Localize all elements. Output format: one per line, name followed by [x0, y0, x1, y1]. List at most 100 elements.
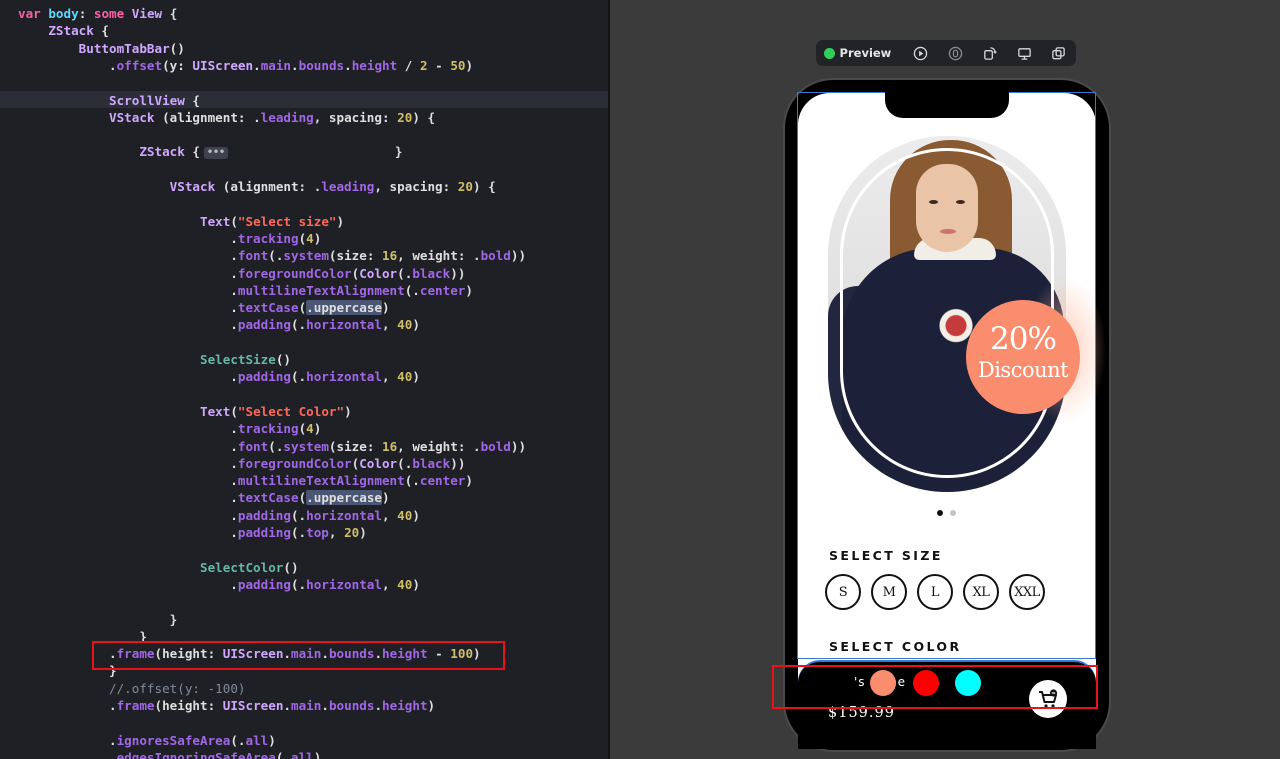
- code-token: {: [184, 144, 200, 160]
- code-token: Text: [199, 403, 231, 419]
- code-token: , weight: .: [397, 438, 481, 454]
- code-token: (.: [268, 248, 284, 264]
- size-option[interactable]: M: [871, 574, 907, 610]
- device-settings-icon[interactable]: [1007, 40, 1042, 66]
- code-token: ignoresSafeArea: [116, 732, 231, 748]
- code-token: ): [465, 473, 473, 489]
- live-play-icon[interactable]: [903, 40, 938, 66]
- size-option[interactable]: XXL: [1009, 574, 1045, 610]
- code-line[interactable]: Text("Select Color"): [18, 403, 352, 420]
- preview-toolbar: Preview: [816, 40, 1076, 66]
- code-line[interactable]: .ignoresSafeArea(.all): [18, 732, 276, 749]
- code-line[interactable]: }: [18, 611, 178, 628]
- code-token: (.: [290, 317, 307, 333]
- code-line[interactable]: Text("Select size"): [18, 213, 344, 230]
- code-line[interactable]: .font(.system(size: 16, weight: .bold)): [18, 438, 526, 455]
- code-line[interactable]: ZStack {••• }: [18, 143, 402, 160]
- code-line[interactable]: //.offset(y: -100): [18, 680, 245, 697]
- code-token: , spacing:: [313, 109, 398, 125]
- code-line[interactable]: VStack (alignment: .leading, spacing: 20…: [18, 109, 435, 126]
- code-token: }: [18, 611, 178, 627]
- collapsed-code-button[interactable]: •••: [204, 146, 229, 159]
- code-token: ): [381, 490, 390, 506]
- code-line[interactable]: .offset(y: UIScreen.main.bounds.height /…: [18, 57, 473, 74]
- inspect-icon[interactable]: [938, 40, 973, 66]
- code-token: 20: [397, 109, 413, 125]
- size-option[interactable]: XL: [963, 574, 999, 610]
- code-token: VStack: [109, 109, 155, 125]
- rotate-device-icon[interactable]: [972, 40, 1007, 66]
- code-token: (size:: [328, 248, 382, 264]
- code-token: bounds: [328, 698, 375, 713]
- code-line[interactable]: .tracking(4): [18, 230, 321, 247]
- code-line[interactable]: SelectSize(): [18, 351, 291, 368]
- code-token: .: [18, 732, 117, 748]
- code-token: system: [283, 438, 329, 454]
- code-token: (.: [404, 282, 420, 298]
- tab-bar-highlight-box: [772, 665, 1098, 709]
- code-line[interactable]: .textCase(.uppercase): [18, 299, 390, 316]
- code-line[interactable]: .multilineTextAlignment(.center): [18, 472, 473, 489]
- code-line[interactable]: .frame(height: UIScreen.main.bounds.heig…: [18, 697, 435, 714]
- page-indicator-dot[interactable]: [937, 510, 943, 516]
- code-token: (.: [230, 732, 246, 748]
- code-token: system: [283, 248, 329, 264]
- code-line[interactable]: .multilineTextAlignment(.center): [18, 282, 473, 299]
- code-token: (alignment: .: [154, 109, 261, 125]
- code-token: (.: [290, 576, 307, 592]
- code-line[interactable]: var body: some View {: [18, 5, 177, 22]
- code-line[interactable]: .padding(.horizontal, 40): [18, 316, 420, 333]
- code-token: main: [260, 57, 292, 73]
- code-line[interactable]: SelectColor(): [18, 559, 299, 576]
- code-line[interactable]: .padding(.horizontal, 40): [18, 576, 420, 593]
- code-token: .: [18, 749, 117, 759]
- code-token: padding: [237, 507, 291, 523]
- code-token: (y:: [162, 57, 193, 73]
- code-token: .: [18, 282, 238, 298]
- code-line[interactable]: .foregroundColor(Color(.black)): [18, 265, 465, 282]
- code-token: padding: [237, 576, 291, 592]
- code-token: 16: [381, 438, 398, 454]
- code-line[interactable]: VStack (alignment: .leading, spacing: 20…: [18, 178, 496, 195]
- code-token: ZStack: [139, 144, 185, 160]
- code-token: ): [412, 507, 420, 523]
- code-token: {: [162, 6, 178, 21]
- code-token: (: [230, 213, 238, 229]
- code-token: all: [290, 749, 314, 759]
- preview-label[interactable]: Preview: [840, 46, 892, 60]
- code-line[interactable]: .padding(.horizontal, 40): [18, 368, 420, 385]
- duplicate-icon[interactable]: [1041, 40, 1076, 66]
- code-token: black: [412, 455, 451, 471]
- code-token: View: [131, 6, 163, 21]
- code-token: ): [427, 698, 436, 713]
- code-line[interactable]: ZStack {: [18, 22, 109, 39]
- code-line[interactable]: .font(.system(size: 16, weight: .bold)): [18, 247, 526, 264]
- code-token: (: [230, 403, 238, 419]
- code-line[interactable]: ButtomTabBar(): [18, 40, 185, 57]
- code-line[interactable]: .textCase(.uppercase): [18, 489, 390, 506]
- code-token: (size:: [328, 438, 382, 454]
- code-token: (height:: [154, 698, 223, 713]
- code-line[interactable]: ScrollView {: [18, 92, 200, 109]
- code-line[interactable]: .padding(.top, 20): [18, 524, 367, 541]
- select-size-title: SELECT SIZE: [829, 548, 943, 563]
- code-token: {: [93, 23, 110, 39]
- size-option[interactable]: L: [917, 574, 953, 610]
- code-token: //.offset(y: -100): [109, 680, 246, 696]
- code-line[interactable]: .padding(.horizontal, 40): [18, 507, 420, 524]
- code-line[interactable]: .foregroundColor(Color(.black)): [18, 455, 465, 472]
- code-token: leading: [321, 179, 375, 194]
- code-line[interactable]: .tracking(4): [18, 420, 321, 437]
- code-token: horizontal: [306, 317, 382, 333]
- code-line[interactable]: .edgesIgnoringSafeArea(.all): [18, 749, 321, 759]
- code-token: height: [351, 57, 398, 73]
- code-token: SelectColor: [199, 559, 284, 575]
- size-option[interactable]: S: [825, 574, 861, 610]
- code-token: )): [510, 248, 527, 264]
- code-token: foregroundColor: [237, 265, 352, 281]
- code-token: .: [18, 438, 238, 454]
- page-indicator-dot[interactable]: [950, 510, 956, 516]
